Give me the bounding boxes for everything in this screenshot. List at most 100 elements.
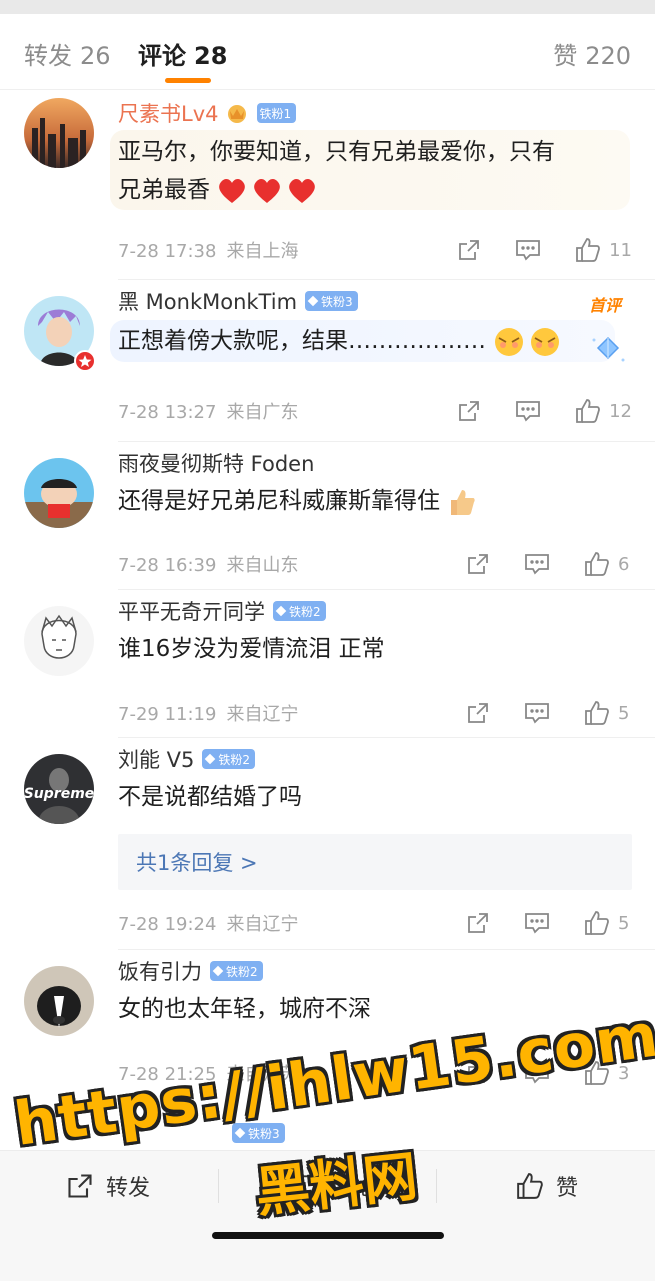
- comment-footer: 7-28 16:39 来自山东 6: [118, 549, 632, 579]
- avatar[interactable]: [24, 966, 94, 1036]
- comment-list[interactable]: 尺素书Lv4 铁粉1 亚马尔，你要知道，只有兄弟最爱你，只有 兄弟最香 7-28…: [0, 90, 655, 1150]
- like-label: 赞: [556, 1176, 579, 1201]
- share-button[interactable]: [466, 701, 490, 725]
- reply-button[interactable]: [515, 238, 541, 262]
- repost-label: 转发: [106, 1176, 151, 1201]
- tab-comment[interactable]: 评论 28: [138, 36, 227, 71]
- diamond-icon: [234, 1127, 246, 1139]
- comment-icon: [291, 1175, 317, 1198]
- comment-footer: 7-28 19:24 来自辽宁 5: [118, 908, 632, 938]
- like-post-button[interactable]: 赞: [516, 1169, 578, 1203]
- username[interactable]: 饭有引力: [118, 956, 202, 986]
- reply-button[interactable]: [524, 701, 550, 725]
- reply-count-link: 共1条回复 >: [136, 851, 258, 875]
- like-count: 11: [609, 239, 632, 261]
- like-button[interactable]: 6: [584, 551, 632, 577]
- comment-item: 铁粉3: [0, 1100, 655, 1150]
- comment-button[interactable]: 评论: [290, 1169, 374, 1203]
- comment-header: 雨夜曼彻斯特 Foden: [118, 448, 314, 478]
- share-button[interactable]: [466, 911, 490, 935]
- comment-location: 来自上海: [226, 241, 299, 262]
- comment-meta: 7-28 21:25 来自江苏: [118, 1060, 298, 1086]
- comment-item: 雨夜曼彻斯特 Foden 还得是好兄弟尼科威廉斯靠得住 7-28 16:39 来自…: [0, 442, 655, 590]
- comment-item: 平平无奇亓同学 铁粉2 谁16岁没为爱情流泪 正常 7-29 11:19 来自辽宁…: [0, 590, 655, 738]
- reply-button[interactable]: [515, 399, 541, 423]
- username[interactable]: 刘能 V5: [118, 744, 194, 774]
- share-button[interactable]: [457, 238, 481, 262]
- username[interactable]: 雨夜曼彻斯特 Foden: [118, 448, 314, 478]
- comment-text-line: 兄弟最香: [118, 171, 618, 209]
- comment-meta: 7-28 17:38 来自上海: [118, 237, 298, 263]
- tab-repost-label: 转发: [24, 42, 72, 70]
- comment-icon: [525, 703, 549, 724]
- comment-text: 正想着傍大款呢，结果………………: [118, 322, 618, 360]
- comment-label: 评论: [330, 1176, 375, 1201]
- fan-badge[interactable]: 铁粉2: [210, 961, 263, 981]
- like-button[interactable]: 5: [584, 700, 632, 726]
- comment-header: 尺素书Lv4 铁粉1: [118, 98, 297, 128]
- home-indicator[interactable]: [212, 1232, 444, 1239]
- comment-icon: [516, 401, 540, 422]
- comment-date: 7-28 16:39: [118, 555, 217, 576]
- comment-header: 饭有引力 铁粉2: [118, 956, 263, 986]
- comment-text-line: 亚马尔，你要知道，只有兄弟最爱你，只有: [118, 139, 555, 165]
- avatar[interactable]: [24, 98, 94, 168]
- fan-badge[interactable]: 铁粉2: [273, 601, 326, 621]
- fan-badge[interactable]: 铁粉1: [225, 102, 297, 124]
- comment-location: 来自辽宁: [226, 914, 299, 935]
- avatar[interactable]: Supreme: [24, 754, 94, 824]
- fan-badge[interactable]: 铁粉3: [232, 1123, 285, 1143]
- thumbs-up-icon: [517, 1173, 543, 1199]
- like-button[interactable]: 3: [584, 1060, 632, 1086]
- share-icon: [468, 703, 488, 723]
- reply-button[interactable]: [524, 1061, 550, 1085]
- diamond-icon: [205, 753, 216, 765]
- avatar-text: Supreme: [24, 786, 94, 802]
- comment-footer: 7-28 17:38 来自上海 11: [118, 235, 632, 265]
- comment-meta: 7-29 11:19 来自辽宁: [118, 700, 298, 726]
- like-count: 12: [609, 400, 632, 422]
- status-bar: [0, 0, 655, 14]
- avatar[interactable]: [24, 458, 94, 528]
- comment-text: 不是说都结婚了吗: [118, 784, 302, 810]
- toolbar-separator: [436, 1169, 437, 1203]
- avatar[interactable]: [24, 606, 94, 676]
- share-icon: [468, 1063, 488, 1083]
- share-icon: [459, 401, 479, 421]
- username[interactable]: 平平无奇亓同学: [118, 596, 265, 626]
- like-count: 6: [618, 553, 630, 575]
- comment-location: 来自江苏: [226, 1064, 299, 1085]
- tab-repost[interactable]: 转发 26: [24, 36, 111, 71]
- tab-like-label: 赞: [553, 42, 578, 70]
- tab-comment-count: 28: [194, 42, 228, 70]
- like-button[interactable]: 11: [575, 237, 632, 263]
- username[interactable]: 尺素书Lv4: [118, 98, 219, 128]
- comment-date: 7-28 17:38: [118, 241, 217, 262]
- tab-comment-label: 评论: [138, 42, 186, 70]
- share-button[interactable]: [466, 1061, 490, 1085]
- tab-like[interactable]: 赞 220: [553, 36, 631, 71]
- share-button[interactable]: [466, 552, 490, 576]
- reply-thread-link[interactable]: 共1条回复 >: [118, 834, 632, 890]
- comment-item: Supreme 刘能 V5 铁粉2 不是说都结婚了吗 共1条回复 > 7-28 …: [0, 738, 655, 950]
- like-count: 3: [618, 1062, 630, 1084]
- tab-like-count: 220: [585, 42, 631, 70]
- active-tab-indicator: [165, 78, 211, 83]
- reply-button[interactable]: [524, 552, 550, 576]
- fan-badge[interactable]: 铁粉3: [305, 291, 358, 311]
- bottom-toolbar: 转发 评论 赞: [0, 1150, 655, 1281]
- fan-badge[interactable]: 铁粉2: [202, 749, 256, 769]
- like-button[interactable]: 12: [575, 398, 632, 424]
- comment-item: 尺素书Lv4 铁粉1 亚马尔，你要知道，只有兄弟最爱你，只有 兄弟最香 7-28…: [0, 90, 655, 280]
- comment-text: 还得是好兄弟尼科威廉斯靠得住: [118, 482, 618, 520]
- repost-button[interactable]: 转发: [66, 1169, 150, 1203]
- comment-footer: 7-28 13:27 来自广东 12: [118, 396, 632, 426]
- share-button[interactable]: [457, 399, 481, 423]
- shy-face-icon: [531, 327, 560, 356]
- share-icon: [468, 554, 488, 574]
- like-button[interactable]: 5: [584, 910, 632, 936]
- reply-button[interactable]: [524, 911, 550, 935]
- comment-header: 刘能 V5 铁粉2: [118, 744, 256, 774]
- username[interactable]: 黑 MonkMonkTim: [118, 286, 297, 316]
- verified-badge-icon: [74, 350, 96, 372]
